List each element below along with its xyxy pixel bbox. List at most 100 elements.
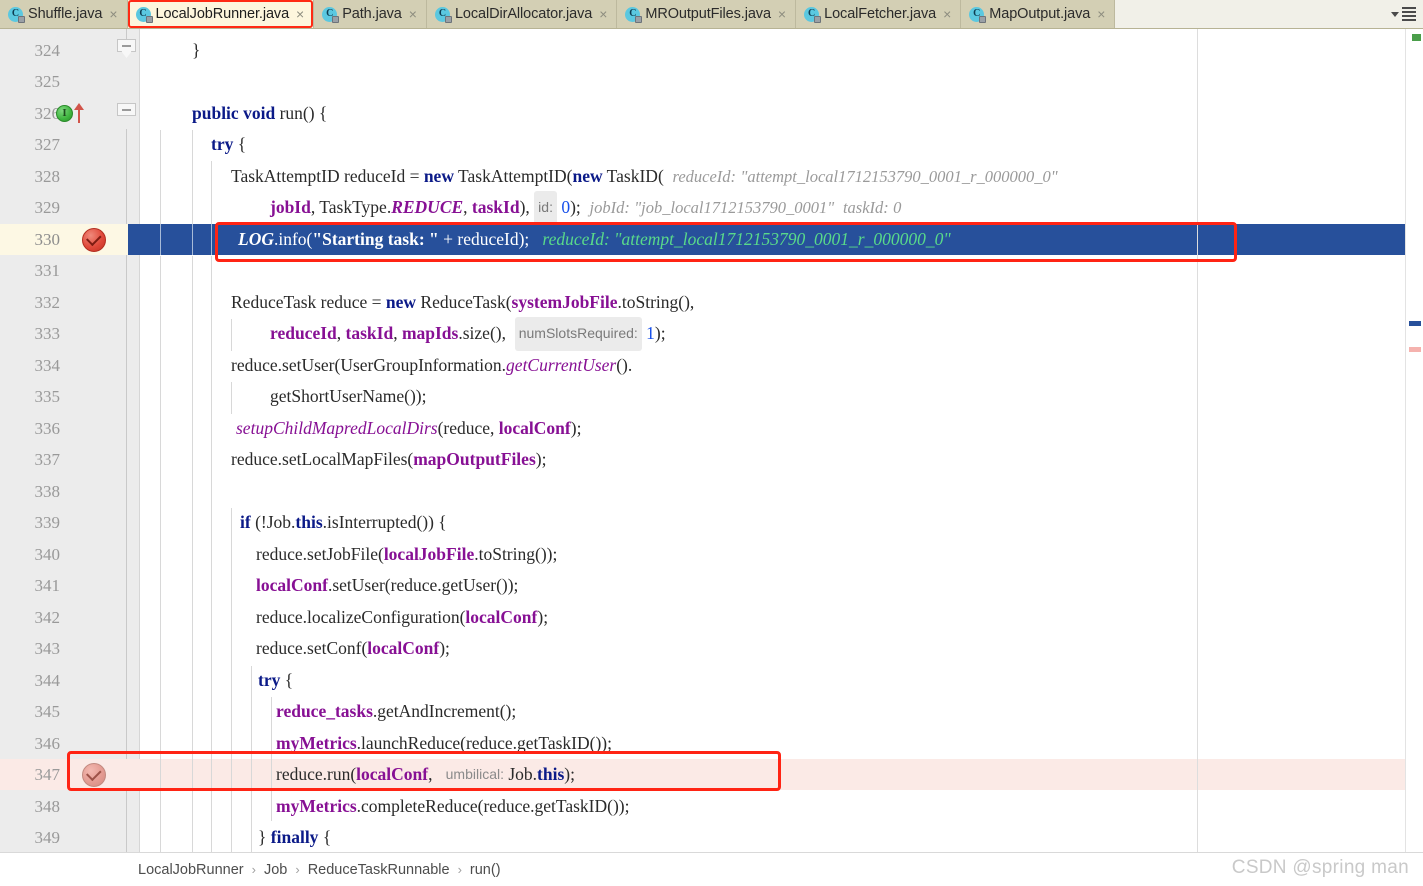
code-token: (). [616,355,633,375]
line-number: 324 [34,40,61,60]
tab-close-icon[interactable]: × [107,7,117,21]
breadcrumb-item-reducetaskrunnable[interactable]: ReduceTaskRunnable [308,862,450,878]
line-number: 339 [34,512,61,532]
inline-hint-reduceid: reduceId: [542,229,610,249]
tab-mroutputfiles-java[interactable]: C MROutputFiles.java × [617,0,797,28]
tab-close-icon[interactable]: × [1095,7,1105,21]
line-number: 334 [34,355,61,375]
code-line-348[interactable]: 348 myMetrics .completeReduce(reduce.getT… [0,791,1423,822]
pink-error-marker[interactable] [1409,347,1421,352]
code-token: , [336,323,346,343]
implemented-method-icon[interactable]: I [56,105,73,122]
code-token: ); [535,449,547,469]
editor-tab-bar: C Shuffle.java × C LocalJobRunner.java ×… [0,0,1423,29]
tab-shuffle-java[interactable]: C Shuffle.java × [0,0,128,28]
code-line-331[interactable]: 331 [0,255,1423,286]
code-line-342[interactable]: 342 reduce.localizeConfiguration(localCo… [0,602,1423,633]
code-token: (!Job. [250,512,296,532]
inline-hint-umbilical: umbilical: [445,766,504,782]
code-line-343[interactable]: 343 reduce.setConf(localConf); [0,633,1423,664]
breadcrumb-item-run[interactable]: run() [470,862,501,878]
java-class-icon: C [969,6,987,23]
code-token: .isInterrupted()) { [322,512,447,532]
tab-close-icon[interactable]: × [407,7,417,21]
code-token: .toString(), [617,292,695,312]
tab-close-icon[interactable]: × [597,7,607,21]
code-line-325[interactable]: 325 [0,66,1423,97]
tab-localdirallocator-java[interactable]: C LocalDirAllocator.java × [426,0,618,28]
code-token: getCurrentUser [506,355,617,375]
code-token: jobId [270,197,311,217]
fold-marker-collapse-icon[interactable] [117,39,136,58]
blue-selection-marker[interactable] [1409,321,1421,326]
tab-path-java[interactable]: C Path.java × [314,0,427,28]
code-line-349[interactable]: 349 } finally { [0,822,1423,852]
code-token: this [537,764,565,784]
indent-guide [211,161,212,224]
code-token: { [322,827,332,847]
fold-marker-expand-icon[interactable] [117,103,136,122]
implemented-glyph: I [62,107,67,119]
green-marker[interactable] [1412,34,1421,41]
java-class-icon: C [625,6,643,23]
code-token: .info( [273,229,313,249]
code-line-344[interactable]: 344 try { [0,665,1423,696]
code-token: { [237,134,247,154]
breakpoint-disabled-icon[interactable] [82,763,106,787]
code-token: .toString()); [474,544,558,564]
tab-mapoutput-java[interactable]: C MapOutput.java × [961,0,1116,28]
breadcrumb-item-localjobrunner[interactable]: LocalJobRunner [138,862,244,878]
code-line-336[interactable]: 336 setupChildMapredLocalDirs (reduce, lo… [0,413,1423,444]
line-number: 345 [34,701,61,721]
breadcrumb-separator: › [457,862,462,877]
line-number: 346 [34,733,61,753]
code-line-335[interactable]: 335 getShortUserName()); [0,381,1423,412]
line-number: 348 [34,796,61,816]
breakpoint-icon[interactable] [82,228,106,252]
tab-close-icon[interactable]: × [294,7,304,21]
tab-localfetcher-java[interactable]: C LocalFetcher.java × [796,0,962,28]
code-line-337[interactable]: 337 reduce.setLocalMapFiles(mapOutputFil… [0,444,1423,475]
indent-guide [192,256,193,852]
code-line-328[interactable]: 328 TaskAttemptID reduceId = new TaskAtt… [0,161,1423,192]
code-token: ); [564,764,575,784]
code-line-329[interactable]: 329 jobId, TaskType. REDUCE, taskId), id:… [0,190,1423,225]
code-line-332[interactable]: 332 ReduceTask reduce = new ReduceTask(s… [0,287,1423,318]
code-token: .launchReduce(reduce.getTaskID()); [356,733,612,753]
code-token: taskId [345,323,394,343]
code-line-347[interactable]: 347 reduce.run(localConf, umbilical: Job… [0,759,1423,791]
code-line-334[interactable]: 334 reduce.setUser(UserGroupInformation.… [0,350,1423,381]
line-number: 335 [34,386,61,406]
code-token: reduce.setLocalMapFiles( [231,449,414,469]
code-line-340[interactable]: 340 reduce.setJobFile(localJobFile .toStr… [0,539,1423,570]
code-line-338[interactable]: 338 [0,476,1423,507]
code-line-346[interactable]: 346 myMetrics .launchReduce(reduce.getTas… [0,728,1423,759]
code-token: + reduceId); [438,229,530,249]
code-token: REDUCE [391,197,464,217]
code-line-333[interactable]: 333 reduceId, taskId, mapIds .size(), num… [0,316,1423,351]
code-line-327[interactable]: 327 try { [0,129,1423,160]
editor-marker-bar[interactable] [1405,29,1423,852]
code-token: TaskID( [602,166,664,186]
tab-close-icon[interactable]: × [776,7,786,21]
code-line-345[interactable]: 345 reduce_tasks .getAndIncrement(); [0,696,1423,727]
code-token: reduce_tasks [276,701,373,721]
code-token: localConf [256,575,328,595]
tab-close-icon[interactable]: × [941,7,951,21]
code-token: .completeReduce(reduce.getTaskID()); [356,796,630,816]
tab-list-icon[interactable] [1402,7,1416,21]
code-token: new [423,166,454,186]
code-token: reduce.run( [276,764,357,784]
code-line-324[interactable]: 324 } [0,35,1423,66]
code-line-341[interactable]: 341 localConf .setUser(reduce.getUser()); [0,570,1423,601]
code-line-339[interactable]: 339 if (!Job. this .isInterrupted()) { [0,507,1423,538]
tab-localjobrunner-java[interactable]: C LocalJobRunner.java × [127,0,315,28]
breadcrumb-item-job[interactable]: Job [264,862,287,878]
code-editor[interactable]: 324 } 325 326 I public void run() { 327 … [0,29,1423,852]
code-line-330[interactable]: 330 LOG .info("Starting task: " + reduceI… [0,224,1423,256]
breadcrumb: LocalJobRunner › Job › ReduceTaskRunnabl… [0,852,1423,886]
line-number: 343 [34,638,61,658]
inline-hint-jobid-value: "job_local1712153790_0001" [634,198,835,217]
code-line-326[interactable]: 326 I public void run() { [0,98,1423,129]
chevron-down-icon[interactable] [1391,11,1399,17]
